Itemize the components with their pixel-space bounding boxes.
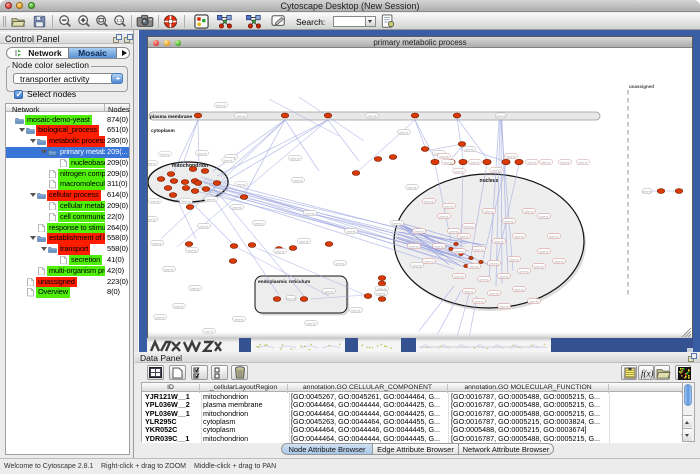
svg-text:[xxx-x]: [xxx-x] — [535, 264, 544, 268]
svg-text:[xxx-x]: [xxx-x] — [291, 156, 300, 160]
svg-text:[xxx-x]: [xxx-x] — [336, 261, 345, 265]
svg-text:[xxx-x]: [xxx-x] — [415, 229, 424, 233]
svg-text:[xxx-x]: [xxx-x] — [475, 299, 484, 303]
svg-text:[xxx-x]: [xxx-x] — [520, 269, 529, 273]
svg-text:[xxx-x]: [xxx-x] — [465, 289, 474, 293]
svg-text:[xxx-x]: [xxx-x] — [255, 221, 264, 225]
svg-text:[xxx-x]: [xxx-x] — [400, 130, 409, 134]
svg-text:[xxx-x]: [xxx-x] — [377, 291, 386, 295]
svg-text:[xxx-x]: [xxx-x] — [156, 315, 165, 319]
svg-text:[xxx-x]: [xxx-x] — [151, 199, 160, 203]
svg-text:cytoplasm: cytoplasm — [151, 128, 175, 134]
svg-text:[xxx-x]: [xxx-x] — [188, 248, 197, 252]
svg-text:[xxx-x]: [xxx-x] — [276, 249, 285, 253]
svg-text:[xxx-x]: [xxx-x] — [497, 114, 506, 118]
svg-text:[xxx-x]: [xxx-x] — [455, 274, 464, 278]
svg-text:[xxx-x]: [xxx-x] — [579, 160, 588, 164]
svg-text:[xxx-x]: [xxx-x] — [287, 296, 296, 300]
svg-text:[xxx-x]: [xxx-x] — [408, 185, 417, 189]
svg-text:[xxx-x]: [xxx-x] — [525, 209, 534, 213]
svg-text:nucleus: nucleus — [480, 178, 499, 184]
svg-text:[xxx-x]: [xxx-x] — [148, 217, 155, 221]
svg-text:[xxx-x]: [xxx-x] — [470, 264, 479, 268]
svg-text:[xxx-x]: [xxx-x] — [540, 249, 549, 253]
svg-text:unassigned: unassigned — [629, 84, 654, 89]
svg-text:[xxx-x]: [xxx-x] — [306, 211, 315, 215]
svg-text:[xxx-x]: [xxx-x] — [191, 286, 200, 290]
svg-text:[xxx-x]: [xxx-x] — [500, 274, 509, 278]
svg-text:f(x): f(x) — [641, 369, 654, 379]
svg-text:[xxx-x]: [xxx-x] — [200, 224, 209, 228]
svg-text:[xxx-x]: [xxx-x] — [352, 308, 361, 312]
svg-text:[xxx-x]: [xxx-x] — [444, 160, 453, 164]
svg-text:[xxx-x]: [xxx-x] — [490, 291, 499, 295]
svg-text:[xxx-x]: [xxx-x] — [485, 209, 494, 213]
svg-text:[xxx-x]: [xxx-x] — [445, 204, 454, 208]
svg-text:[xxx-x]: [xxx-x] — [440, 214, 449, 218]
svg-text:[xxx-x]: [xxx-x] — [368, 114, 377, 118]
svg-text:[xxx-x]: [xxx-x] — [435, 244, 444, 248]
svg-text:[xxx-x]: [xxx-x] — [393, 221, 402, 225]
svg-text:[xxx-x]: [xxx-x] — [165, 267, 174, 271]
svg-text:[xxx-x]: [xxx-x] — [425, 259, 434, 263]
svg-text:[xxx-x]: [xxx-x] — [347, 229, 356, 233]
svg-text:[xxx-x]: [xxx-x] — [233, 205, 242, 209]
svg-text:[xxx-x]: [xxx-x] — [148, 161, 155, 165]
svg-text:[xxx-x]: [xxx-x] — [325, 289, 334, 293]
svg-text:[xxx-x]: [xxx-x] — [207, 197, 216, 201]
svg-text:[xxx-x]: [xxx-x] — [450, 229, 459, 233]
svg-text:[xxx-x]: [xxx-x] — [440, 154, 449, 158]
svg-text:[xxx-x]: [xxx-x] — [455, 249, 464, 253]
svg-text:[xxx-x]: [xxx-x] — [300, 239, 309, 243]
svg-text:[xxx-x]: [xxx-x] — [542, 160, 551, 164]
svg-text:[xxx-x]: [xxx-x] — [153, 241, 162, 245]
svg-text:[xxx-x]: [xxx-x] — [530, 299, 539, 303]
svg-text:[xxx-x]: [xxx-x] — [217, 103, 226, 107]
svg-text:[xxx-x]: [xxx-x] — [643, 189, 652, 193]
svg-text:[xxx-x]: [xxx-x] — [161, 152, 170, 156]
svg-text:[xxx-x]: [xxx-x] — [460, 234, 469, 238]
svg-text:[xxx-x]: [xxx-x] — [413, 263, 422, 267]
svg-text:[xxx-x]: [xxx-x] — [550, 234, 559, 238]
svg-text:[xxx-x]: [xxx-x] — [507, 154, 516, 158]
svg-text:[xxx-x]: [xxx-x] — [182, 199, 191, 203]
svg-text:[xxx-x]: [xxx-x] — [237, 182, 246, 186]
svg-text:[xxx-x]: [xxx-x] — [224, 158, 233, 162]
svg-text:[xxx-x]: [xxx-x] — [471, 160, 480, 164]
svg-text:[xxx-x]: [xxx-x] — [505, 219, 514, 223]
svg-text:[xxx-x]: [xxx-x] — [465, 224, 474, 228]
svg-text:[xxx-x]: [xxx-x] — [490, 261, 499, 265]
svg-text:[xxx-x]: [xxx-x] — [425, 199, 434, 203]
svg-text:[xxx-x]: [xxx-x] — [237, 114, 246, 118]
svg-text:[xxx-x]: [xxx-x] — [515, 287, 524, 291]
svg-text:[xxx-x]: [xxx-x] — [378, 287, 387, 291]
svg-text:[xxx-x]: [xxx-x] — [528, 160, 537, 164]
svg-text:[xxx-x]: [xxx-x] — [495, 239, 504, 243]
svg-text:[xxx-x]: [xxx-x] — [492, 168, 501, 172]
svg-text:[xxx-x]: [xxx-x] — [455, 169, 464, 173]
svg-text:[xxx-x]: [xxx-x] — [500, 304, 509, 308]
svg-text:plasma membrane: plasma membrane — [150, 114, 192, 120]
svg-text:[xxx-x]: [xxx-x] — [294, 178, 303, 182]
svg-text:[xxx-x]: [xxx-x] — [410, 244, 419, 248]
svg-text:[xxx-x]: [xxx-x] — [235, 317, 244, 321]
svg-text:[xxx-x]: [xxx-x] — [307, 321, 316, 325]
svg-text:[xxx-x]: [xxx-x] — [465, 147, 474, 151]
svg-text:[xxx-x]: [xxx-x] — [175, 304, 184, 308]
svg-text:1:1: 1:1 — [116, 18, 123, 23]
svg-text:[xxx-x]: [xxx-x] — [515, 234, 524, 238]
svg-text:[xxx-x]: [xxx-x] — [561, 160, 570, 164]
svg-text:[xxx-x]: [xxx-x] — [555, 259, 564, 263]
svg-text:[xxx-x]: [xxx-x] — [540, 214, 549, 218]
svg-text:[xxx-x]: [xxx-x] — [510, 257, 519, 261]
svg-text:[xxx-x]: [xxx-x] — [475, 247, 484, 251]
svg-text:[xxx-x]: [xxx-x] — [198, 151, 207, 155]
svg-text:[xxx-x]: [xxx-x] — [480, 277, 489, 281]
